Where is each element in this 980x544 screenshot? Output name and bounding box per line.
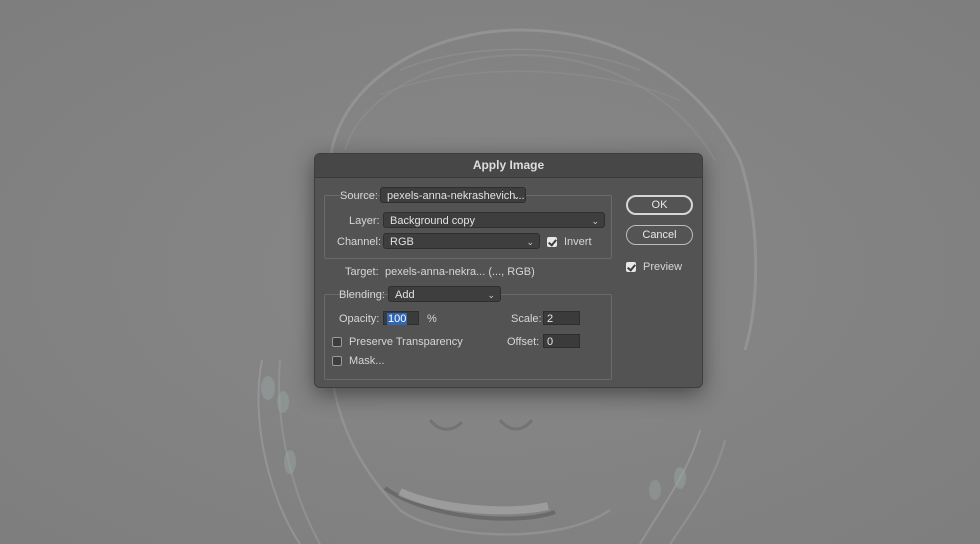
blending-select-value: Add xyxy=(395,289,415,301)
preview-label[interactable]: Preview xyxy=(643,260,682,274)
scale-label: Scale: xyxy=(511,313,542,325)
chevron-down-icon: ⌄ xyxy=(591,216,599,226)
chevron-down-icon: ⌄ xyxy=(526,237,534,247)
target-value: pexels-anna-nekra... (..., RGB) xyxy=(385,266,535,278)
channel-label: Channel: xyxy=(337,236,382,248)
blending-select[interactable]: Add ⌄ xyxy=(388,286,501,302)
preserve-transparency-checkbox[interactable] xyxy=(332,337,342,347)
channel-select-value: RGB xyxy=(390,236,414,248)
source-label: Source: xyxy=(340,190,378,202)
chevron-down-icon: ⌄ xyxy=(512,191,520,201)
apply-image-dialog: Apply Image Source: pexels-anna-nekrashe… xyxy=(314,153,703,388)
layer-select[interactable]: Background copy ⌄ xyxy=(383,212,605,228)
target-label: Target: xyxy=(345,266,379,278)
opacity-input[interactable]: 100 xyxy=(383,311,419,325)
layer-select-value: Background copy xyxy=(390,215,475,227)
invert-label[interactable]: Invert xyxy=(564,235,592,249)
opacity-unit: % xyxy=(427,313,437,325)
preview-checkbox[interactable] xyxy=(626,262,636,272)
blending-label: Blending: xyxy=(339,289,385,301)
channel-select[interactable]: RGB ⌄ xyxy=(383,233,540,249)
opacity-label: Opacity: xyxy=(339,313,380,325)
preserve-transparency-label[interactable]: Preserve Transparency xyxy=(349,335,463,349)
offset-input[interactable]: 0 xyxy=(543,334,580,348)
scale-value: 2 xyxy=(547,313,554,325)
ok-button[interactable]: OK xyxy=(626,195,693,215)
offset-label: Offset: xyxy=(507,336,540,348)
invert-checkbox[interactable] xyxy=(547,237,557,247)
opacity-value: 100 xyxy=(387,313,408,325)
mask-checkbox[interactable] xyxy=(332,356,342,366)
layer-label: Layer: xyxy=(349,215,380,227)
dialog-title[interactable]: Apply Image xyxy=(315,154,702,178)
offset-value: 0 xyxy=(547,336,554,348)
chevron-down-icon: ⌄ xyxy=(487,290,495,300)
mask-label[interactable]: Mask... xyxy=(349,354,384,368)
source-select-value: pexels-anna-nekrashevich... xyxy=(387,190,525,202)
cancel-button[interactable]: Cancel xyxy=(626,225,693,245)
source-select[interactable]: pexels-anna-nekrashevich... ⌄ xyxy=(380,187,526,203)
scale-input[interactable]: 2 xyxy=(543,311,580,325)
